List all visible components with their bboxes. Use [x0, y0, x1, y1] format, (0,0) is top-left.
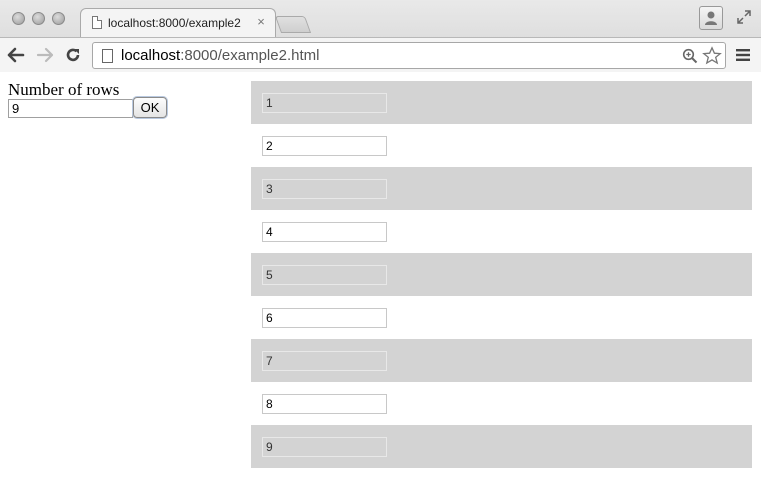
row-input[interactable]	[262, 136, 387, 156]
row-input[interactable]	[262, 265, 387, 285]
browser-toolbar: localhost:8000/example2.html	[0, 37, 761, 72]
table-row	[251, 296, 752, 339]
back-arrow-icon[interactable]	[6, 45, 26, 65]
ok-button[interactable]: OK	[133, 97, 167, 118]
row-input[interactable]	[262, 351, 387, 371]
page-icon	[102, 49, 113, 63]
row-input[interactable]	[262, 222, 387, 242]
browser-chrome: localhost:8000/example2 × localhost:8000…	[0, 0, 761, 72]
table-row	[251, 81, 752, 124]
row-input[interactable]	[262, 308, 387, 328]
reload-icon[interactable]	[63, 45, 83, 65]
rows-count-input[interactable]	[8, 99, 133, 118]
url-path: :8000/example2.html	[180, 47, 320, 64]
window-minimize-button[interactable]	[32, 12, 45, 25]
zoom-icon[interactable]	[682, 48, 698, 64]
browser-tab[interactable]: localhost:8000/example2 ×	[80, 8, 276, 37]
menu-icon[interactable]	[736, 48, 750, 62]
fullscreen-icon[interactable]	[736, 9, 752, 25]
table-row	[251, 382, 752, 425]
page-icon	[92, 16, 102, 29]
table-row	[251, 425, 752, 468]
person-icon	[705, 11, 717, 25]
new-tab-button[interactable]	[274, 16, 312, 33]
tab-title: localhost:8000/example2	[108, 16, 241, 30]
profile-button[interactable]	[699, 6, 723, 30]
table-row	[251, 339, 752, 382]
url-text[interactable]: localhost:8000/example2.html	[121, 47, 319, 64]
table-row	[251, 167, 752, 210]
url-host: localhost	[121, 47, 181, 64]
address-bar[interactable]: localhost:8000/example2.html	[92, 42, 726, 69]
rows-table	[251, 81, 752, 468]
row-input[interactable]	[262, 179, 387, 199]
bookmark-star-icon[interactable]	[702, 46, 722, 66]
rows-label: Number of rows	[8, 80, 120, 99]
row-input[interactable]	[262, 93, 387, 113]
window-maximize-button[interactable]	[52, 12, 65, 25]
table-row	[251, 124, 752, 167]
forward-arrow-icon[interactable]	[35, 45, 55, 65]
table-row	[251, 253, 752, 296]
window-close-button[interactable]	[12, 12, 25, 25]
row-input[interactable]	[262, 394, 387, 414]
close-icon[interactable]: ×	[254, 14, 268, 30]
row-input[interactable]	[262, 437, 387, 457]
table-row	[251, 210, 752, 253]
page-content: Number of rows OK	[0, 73, 761, 504]
